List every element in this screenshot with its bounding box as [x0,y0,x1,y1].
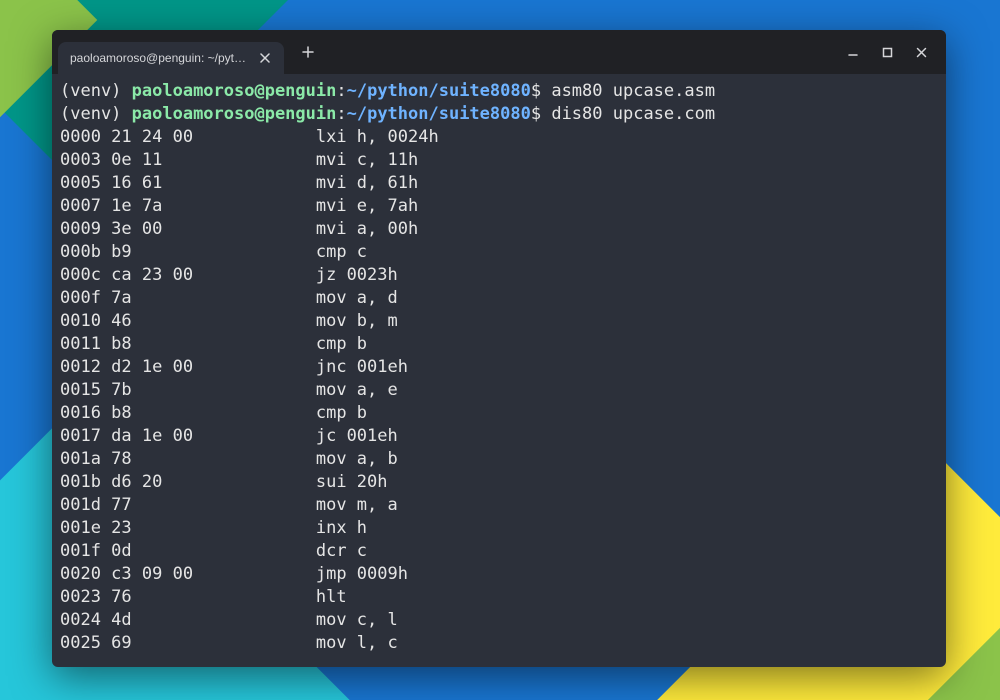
disassembly-line: 001b d6 20 sui 20h [60,471,938,494]
disassembly-line: 001a 78 mov a, b [60,448,938,471]
disassembly-line: 0009 3e 00 mvi a, 00h [60,218,938,241]
disassembly-line: 0010 46 mov b, m [60,310,938,333]
tab-close-button[interactable] [256,49,274,67]
disassembly-line: 001d 77 mov m, a [60,494,938,517]
terminal-line: (venv) paoloamoroso@penguin:~/python/sui… [60,80,938,103]
disassembly-line: 000c ca 23 00 jz 0023h [60,264,938,287]
disassembly-line: 0005 16 61 mvi d, 61h [60,172,938,195]
disassembly-line: 0025 69 mov l, c [60,632,938,655]
disassembly-line: 0016 b8 cmp b [60,402,938,425]
disassembly-line: 0000 21 24 00 lxi h, 0024h [60,126,938,149]
disassembly-line: 0023 76 hlt [60,586,938,609]
disassembly-line: 0015 7b mov a, e [60,379,938,402]
command-text: asm80 upcase.asm [551,81,715,101]
close-icon [916,47,927,58]
desktop: paoloamoroso@penguin: ~/python/ (v [0,0,1000,700]
disassembly-line: 0011 b8 cmp b [60,333,938,356]
disassembly-line: 001e 23 inx h [60,517,938,540]
close-icon [260,53,270,63]
new-tab-button[interactable] [294,38,322,66]
plus-icon [302,46,314,58]
terminal-tab[interactable]: paoloamoroso@penguin: ~/python/ [58,42,284,74]
terminal-line: (venv) paoloamoroso@penguin:~/python/sui… [60,103,938,126]
command-text: dis80 upcase.com [551,104,715,124]
tabs-zone: paoloamoroso@penguin: ~/python/ [58,30,322,74]
terminal-output[interactable]: (venv) paoloamoroso@penguin:~/python/sui… [52,74,946,667]
disassembly-line: 0003 0e 11 mvi c, 11h [60,149,938,172]
disassembly-line: 0017 da 1e 00 jc 001eh [60,425,938,448]
maximize-button[interactable] [870,37,904,67]
disassembly-line: 000f 7a mov a, d [60,287,938,310]
minimize-icon [847,46,859,58]
disassembly-line: 0007 1e 7a mvi e, 7ah [60,195,938,218]
disassembly-line: 0012 d2 1e 00 jnc 001eh [60,356,938,379]
disassembly-line: 000b b9 cmp c [60,241,938,264]
disassembly-line: 001f 0d dcr c [60,540,938,563]
disassembly-line: 0020 c3 09 00 jmp 0009h [60,563,938,586]
close-window-button[interactable] [904,37,938,67]
maximize-icon [882,47,893,58]
titlebar[interactable]: paoloamoroso@penguin: ~/python/ [52,30,946,74]
terminal-window: paoloamoroso@penguin: ~/python/ (v [52,30,946,667]
minimize-button[interactable] [836,37,870,67]
disassembly-line: 0024 4d mov c, l [60,609,938,632]
terminal-tab-title: paoloamoroso@penguin: ~/python/ [70,51,250,65]
